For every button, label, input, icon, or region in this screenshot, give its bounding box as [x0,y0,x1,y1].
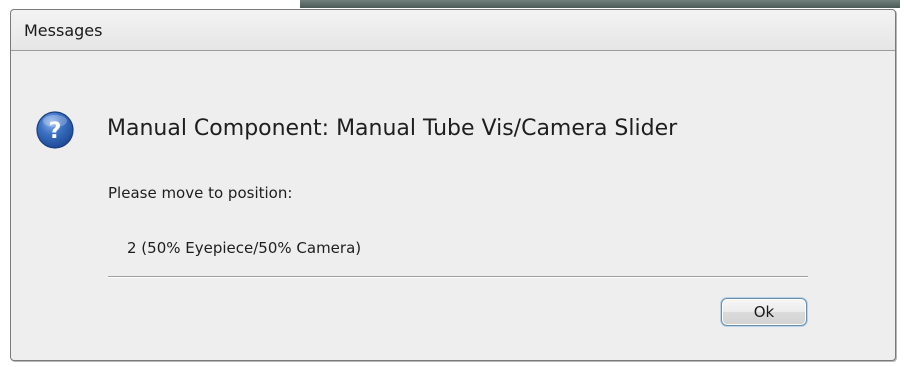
ok-button[interactable]: Ok [721,298,807,326]
message-heading: Manual Component: Manual Tube Vis/Camera… [107,116,678,141]
question-icon: ? [36,111,74,149]
desktop-background-strip [300,0,900,8]
svg-text:?: ? [49,119,62,144]
messages-dialog: Messages ? Manual Component: Manual Tube… [10,9,896,361]
message-instruction: Please move to position: [108,184,293,202]
dialog-titlebar[interactable]: Messages [11,10,895,51]
dialog-title: Messages [24,21,103,40]
separator [108,276,808,278]
position-value: 2 (50% Eyepiece/50% Camera) [127,239,362,257]
